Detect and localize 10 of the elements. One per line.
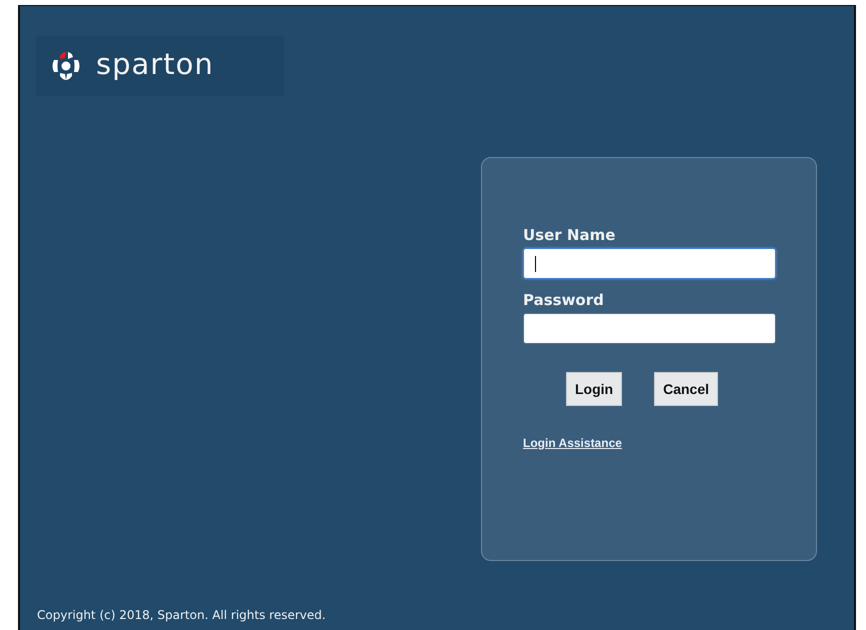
logo-icon: [50, 50, 82, 82]
login-button[interactable]: Login: [566, 372, 622, 406]
logo-wordmark: sparton: [96, 50, 214, 82]
field-label: Password: [523, 291, 605, 309]
login-assistance-link[interactable]: Login Assistance: [523, 436, 622, 450]
password-field[interactable]: [523, 313, 776, 344]
field-label: User Name: [523, 226, 616, 244]
username-field[interactable]: [523, 248, 776, 279]
copyright-text: Copyright (c) 2018, Sparton. All rights reserved.: [37, 608, 326, 622]
cancel-button[interactable]: Cancel: [654, 372, 718, 406]
